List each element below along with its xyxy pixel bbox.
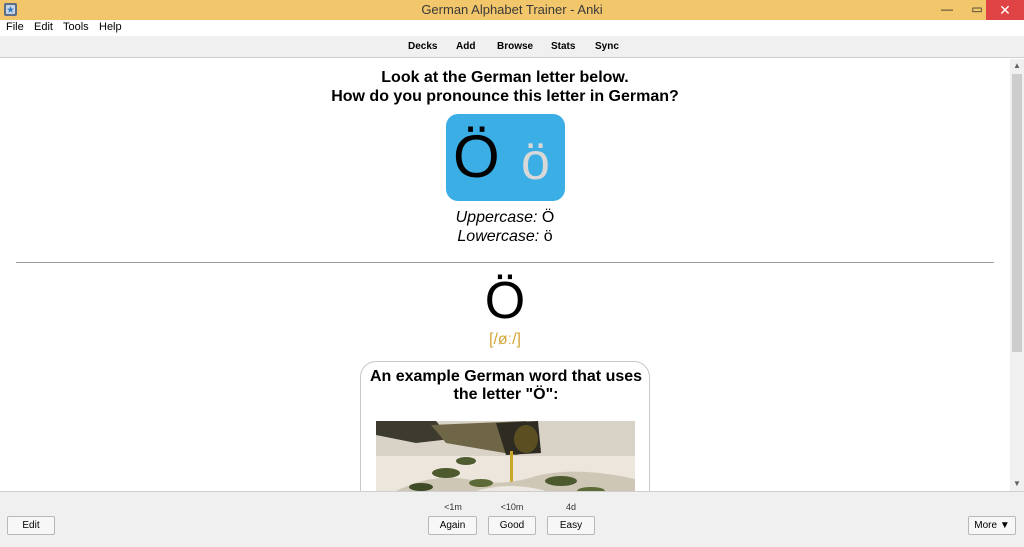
minimize-button[interactable]: — <box>932 0 962 20</box>
toolbar-sync[interactable]: Sync <box>595 41 619 52</box>
good-button[interactable]: Good <box>488 516 536 535</box>
example-title-line-2: the letter "Ö": <box>453 386 559 403</box>
scroll-down-arrow-icon[interactable]: ▼ <box>1010 477 1024 491</box>
title-bar: German Alphabet Trainer - Anki — ▭ ✕ <box>0 0 1024 20</box>
uppercase-value: Ö <box>541 209 555 226</box>
lowercase-line: Lowercase: ö <box>0 228 1010 246</box>
question-line-2: How do you pronounce this letter in Germ… <box>331 88 679 105</box>
olive-oil-image <box>376 421 635 491</box>
letter-tile: Ö ö <box>446 114 565 201</box>
answer-letter: Ö <box>484 272 526 330</box>
letter-lowercase-glyph: ö <box>521 133 550 191</box>
uppercase-label: Uppercase: <box>455 209 538 226</box>
example-title: An example German word that uses the let… <box>361 368 651 404</box>
toolbar-add[interactable]: Add <box>456 41 475 52</box>
vertical-scrollbar[interactable]: ▲ ▼ <box>1010 59 1024 491</box>
menu-file[interactable]: File <box>6 21 24 33</box>
more-button[interactable]: More ▼ <box>968 516 1016 535</box>
example-photo-olive-oil <box>376 421 635 491</box>
question-line-1: Look at the German letter below. <box>381 69 629 86</box>
letter-uppercase-glyph: Ö <box>453 123 500 190</box>
toolbar-decks[interactable]: Decks <box>408 41 437 52</box>
example-title-line-1: An example German word that uses <box>369 368 643 385</box>
toolbar-stats[interactable]: Stats <box>551 41 575 52</box>
edit-button[interactable]: Edit <box>7 516 55 535</box>
main-toolbar: Decks Add Browse Stats Sync <box>0 36 1024 58</box>
example-word-card: An example German word that uses the let… <box>360 361 650 491</box>
again-button[interactable]: Again <box>428 516 477 535</box>
lowercase-label: Lowercase: <box>457 228 540 245</box>
window-title: German Alphabet Trainer - Anki <box>421 2 603 17</box>
scroll-thumb[interactable] <box>1012 74 1022 352</box>
answer-divider <box>16 262 994 263</box>
menu-tools[interactable]: Tools <box>63 21 89 33</box>
scroll-up-arrow-icon[interactable]: ▲ <box>1010 59 1024 73</box>
toolbar-browse[interactable]: Browse <box>497 41 533 52</box>
uppercase-line: Uppercase: Ö <box>0 209 1010 227</box>
lowercase-value: ö <box>543 228 553 245</box>
good-interval: <10m <box>500 502 524 512</box>
menu-help[interactable]: Help <box>99 21 122 33</box>
again-interval: <1m <box>444 502 462 512</box>
card-view: Look at the German letter below. How do … <box>0 59 1010 491</box>
menu-bar: File Edit Tools Help <box>0 20 1024 36</box>
easy-button[interactable]: Easy <box>547 516 595 535</box>
review-bottom-bar: Edit <1m Again <10m Good 4d Easy More ▼ <box>0 491 1024 547</box>
ipa-pronunciation: [/øː/] <box>489 331 521 348</box>
menu-edit[interactable]: Edit <box>34 21 53 33</box>
easy-interval: 4d <box>565 502 576 512</box>
close-button[interactable]: ✕ <box>986 0 1024 20</box>
